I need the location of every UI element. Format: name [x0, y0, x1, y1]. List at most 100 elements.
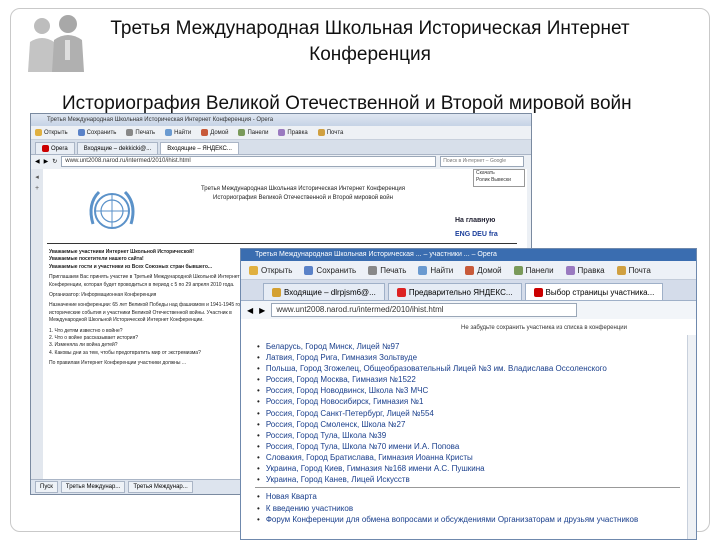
- tab-label: Входящие – dlrpjsm6@...: [284, 287, 376, 297]
- panels-icon: [513, 265, 523, 275]
- tab-inbox[interactable]: Входящие – dlrpjsm6@...: [263, 283, 385, 300]
- toolbar-button-mail[interactable]: Почта: [317, 129, 343, 136]
- list-item: 3. Изменяла ли война детей?: [49, 342, 118, 349]
- participant-link[interactable]: Россия, Город Москва, Гимназия №1522: [257, 374, 607, 385]
- toolbar-label: Панели: [525, 265, 554, 275]
- divider: [255, 487, 680, 488]
- window-title-bar: Третья Международная Школьная Историческ…: [31, 114, 531, 126]
- tab-inbox-yandex[interactable]: Входящие – ЯНДЕКС...: [160, 142, 239, 154]
- toolbar-label: Правка: [287, 129, 308, 136]
- toolbar-label: Почта: [628, 265, 651, 275]
- participant-link[interactable]: Украина, Город Киев, Гимназия №168 имени…: [257, 463, 607, 474]
- participant-link[interactable]: Россия, Город Тула, Школа №39: [257, 430, 607, 441]
- tab-bar: Opera Входящие – dekkicki@... Входящие –…: [31, 140, 531, 155]
- tab-participants[interactable]: Выбор страницы участника...: [524, 283, 664, 300]
- toolbar-button-save[interactable]: Сохранить: [304, 265, 356, 275]
- participant-link[interactable]: Россия, Город Санкт-Петербург, Лицей №55…: [257, 408, 607, 419]
- participant-link[interactable]: Польша, Город Згожелец, Общеобразователь…: [257, 363, 607, 374]
- save-icon: [304, 265, 314, 275]
- tab-bar: Входящие – dlrpjsm6@... Предварительно Я…: [241, 280, 696, 301]
- participant-link[interactable]: Россия, Город Новодвинск, Школа №3 МЧС: [257, 385, 607, 396]
- toolbar-button-panels[interactable]: Панели: [238, 129, 268, 136]
- vertical-scrollbar[interactable]: [687, 335, 696, 539]
- conference-header: Третья Международная Школьная Историческ…: [153, 185, 453, 203]
- window-title-bar: Третья Международная Школьная Историческ…: [241, 249, 696, 261]
- participant-link[interactable]: Словакия, Город Братислава, Гимназия Иоа…: [257, 452, 607, 463]
- home-icon: [201, 129, 209, 136]
- greeting-line: Уважаемые посетители нашего сайта!: [49, 256, 144, 263]
- paragraph: Назначение конференции: 65 лет Великой П…: [49, 302, 248, 324]
- toolbar-button-print[interactable]: Печать: [368, 265, 407, 275]
- toolbar-button-home[interactable]: Домой: [465, 265, 502, 275]
- browser-toolbar: Открыть Сохранить Печать Найти Домой Пан…: [31, 126, 531, 140]
- home-link[interactable]: На главную: [455, 217, 495, 224]
- divider: [47, 243, 517, 244]
- home-icon: [465, 265, 475, 275]
- yandex-icon: [396, 287, 406, 297]
- toolbar-button-print[interactable]: Печать: [126, 129, 155, 136]
- panel-arrow-icon[interactable]: ◂: [31, 173, 43, 181]
- address-input[interactable]: www.unt2008.narod.ru/intermed/2010/ihist…: [61, 156, 437, 167]
- toolbar-button-find[interactable]: Найти: [418, 265, 454, 275]
- toolbar-button-mail[interactable]: Почта: [616, 265, 651, 275]
- un-emblem-icon: [89, 190, 135, 229]
- toolbar-button-edit[interactable]: Правка: [565, 265, 605, 275]
- toolbar-button-open[interactable]: Открыть: [249, 265, 293, 275]
- back-arrow-icon[interactable]: ◀: [247, 306, 253, 315]
- paragraph: По правилам Интернет Конференции участни…: [49, 360, 187, 367]
- participant-link[interactable]: Россия, Город Тула, Школа №70 имени И.А.…: [257, 441, 607, 452]
- paragraph: Организатор: Информационная Конференция: [49, 292, 157, 299]
- tab-label: Предварительно ЯНДЕКС...: [408, 287, 513, 297]
- conference-title: Третья Международная Школьная Историческ…: [200, 186, 406, 192]
- search-icon: [165, 129, 173, 136]
- toolbar-label: Правка: [577, 265, 605, 275]
- search-input[interactable]: Поиск в Интернет – Google: [440, 156, 525, 167]
- popup-item[interactable]: Ролик Вывески: [476, 177, 524, 184]
- participant-link[interactable]: Латвия, Город Рига, Гимназия Зольтвуде: [257, 352, 607, 363]
- toolbar-button-save[interactable]: Сохранить: [77, 129, 117, 136]
- taskbar-item[interactable]: Третья Междунар...: [128, 481, 193, 493]
- forward-arrow-icon[interactable]: ▶: [44, 158, 49, 165]
- footer-link[interactable]: Новая Кварта: [257, 491, 638, 503]
- page-note: Не забудьте сохранить участника из списк…: [461, 325, 627, 331]
- toolbar-button-find[interactable]: Найти: [165, 129, 191, 136]
- address-bar-row: ◀ ▶ www.unt2008.narod.ru/intermed/2010/i…: [241, 301, 696, 319]
- toolbar-button-edit[interactable]: Правка: [278, 129, 308, 136]
- address-input[interactable]: www.unt2008.narod.ru/intermed/2010/ihist…: [271, 303, 578, 317]
- toolbar-label: Печать: [380, 265, 407, 275]
- back-arrow-icon[interactable]: ◀: [35, 158, 40, 165]
- slide-title: Третья Международная Школьная Историческ…: [110, 18, 630, 65]
- participant-link[interactable]: Украина, Город Канев, Лицей Искусств: [257, 474, 607, 485]
- toolbar-label: Печать: [135, 129, 156, 136]
- tab-yandex[interactable]: Предварительно ЯНДЕКС...: [387, 283, 522, 300]
- toolbar-button-open[interactable]: Открыть: [35, 129, 68, 136]
- side-panel: ◂ +: [31, 169, 43, 479]
- tab-opera[interactable]: Opera: [35, 142, 75, 154]
- tab-inbox[interactable]: Входящие – dekkicki@...: [76, 142, 159, 154]
- footer-links: Новая Кварта К введению участников Форум…: [257, 491, 638, 526]
- toolbar-label: Открыть: [261, 265, 293, 275]
- reload-icon[interactable]: ↻: [52, 158, 57, 165]
- language-links[interactable]: ENG DEU fra: [455, 231, 498, 238]
- forward-arrow-icon[interactable]: ▶: [259, 306, 265, 315]
- toolbar-label: Домой: [477, 265, 502, 275]
- toolbar-button-home[interactable]: Домой: [201, 129, 228, 136]
- popup-item[interactable]: Скачать: [476, 170, 524, 177]
- participant-link[interactable]: Беларусь, Город Минск, Лицей №97: [257, 341, 607, 352]
- toolbar-label: Сохранить: [86, 129, 117, 136]
- footer-link[interactable]: К введению участников: [257, 503, 638, 515]
- toolbar-label: Найти: [430, 265, 454, 275]
- toolbar-button-panels[interactable]: Панели: [513, 265, 554, 275]
- conference-topic: Историография Великой Отечественной и Вт…: [213, 195, 393, 201]
- participant-link[interactable]: Россия, Город Новосибирск, Гимназия №1: [257, 396, 607, 407]
- add-icon[interactable]: +: [31, 185, 43, 192]
- page-content: Не забудьте сохранить участника из списк…: [241, 325, 696, 539]
- download-popup[interactable]: Скачать Ролик Вывески: [473, 169, 525, 187]
- mail-icon: [317, 129, 325, 136]
- start-button[interactable]: Пуск: [35, 481, 58, 493]
- mail-icon: [272, 287, 281, 297]
- toolbar-label: Найти: [174, 129, 192, 136]
- participant-link[interactable]: Россия, Город Смоленск, Школа №27: [257, 419, 607, 430]
- taskbar-item[interactable]: Третья Междунар...: [60, 481, 126, 493]
- footer-link[interactable]: Форум Конференции для обмена вопросами и…: [257, 514, 638, 526]
